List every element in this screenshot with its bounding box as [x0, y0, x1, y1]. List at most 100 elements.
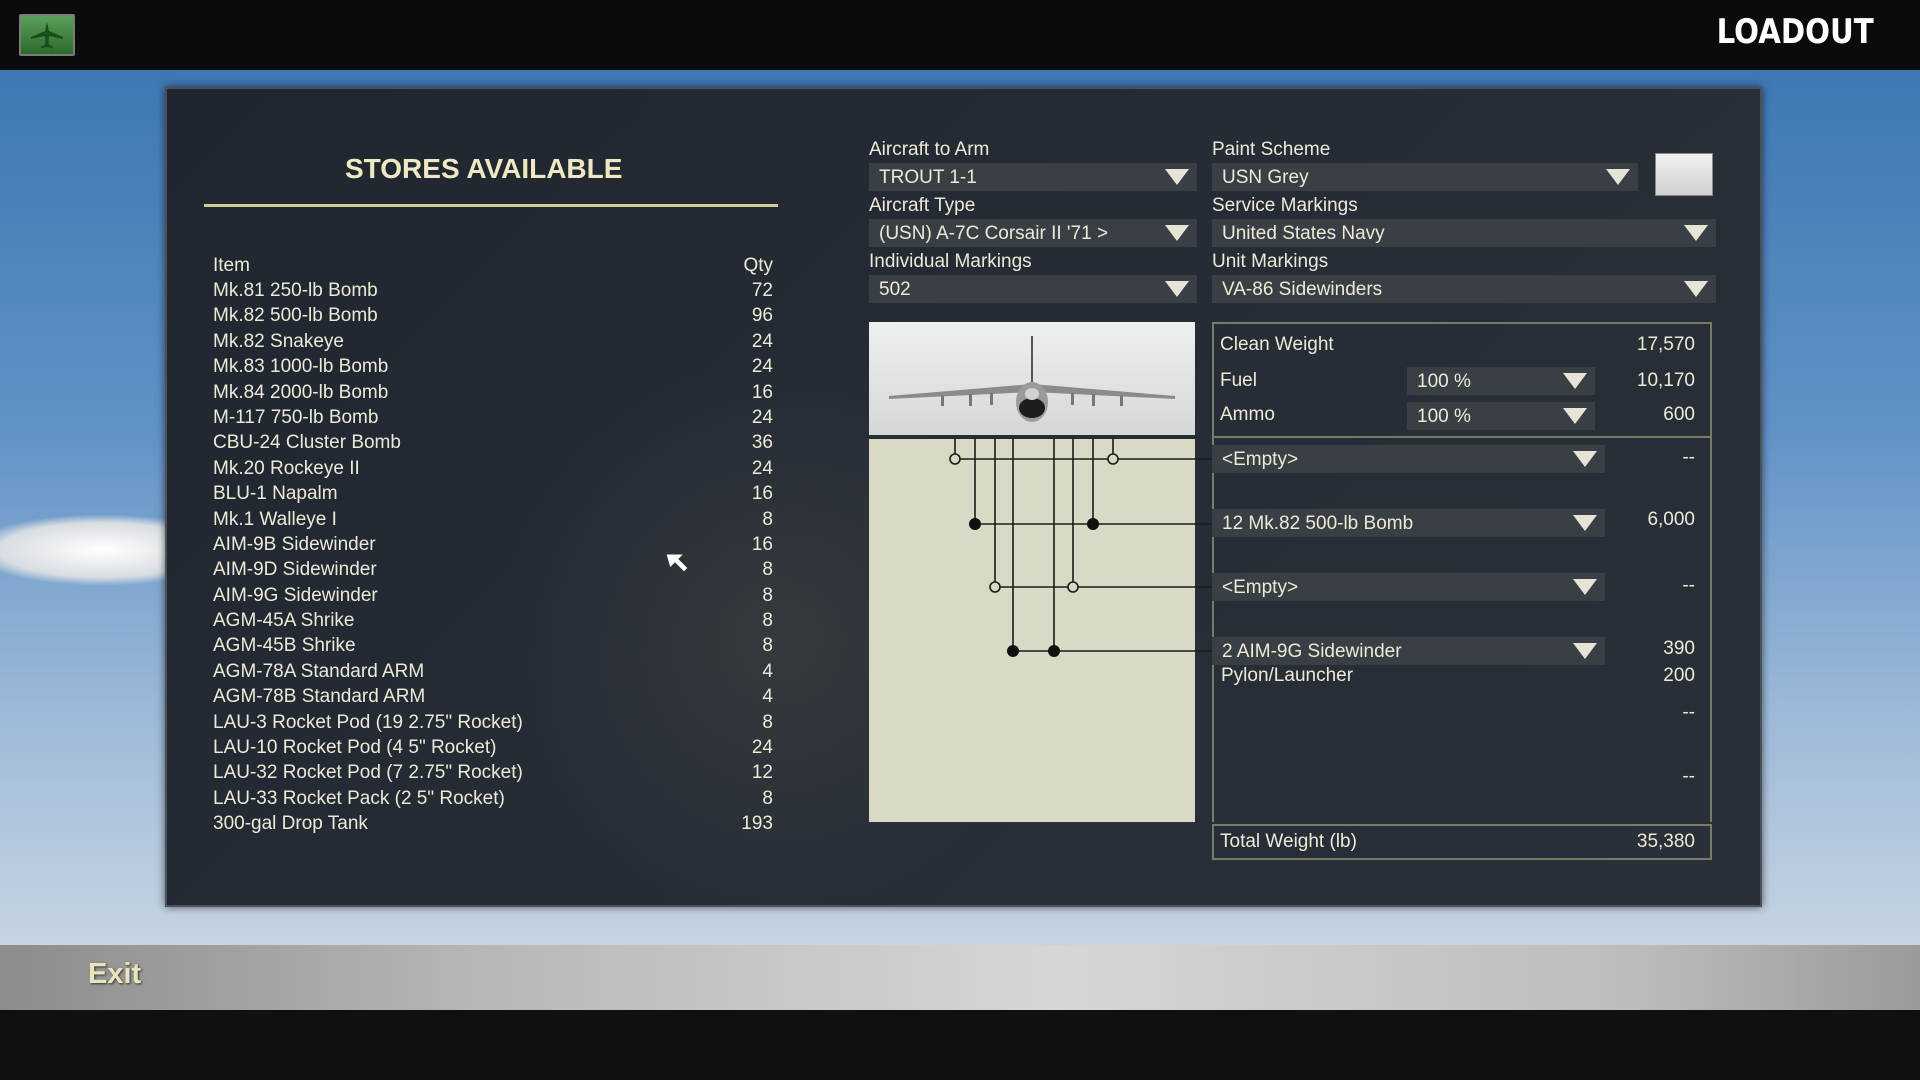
extra-weight: -- — [1682, 702, 1695, 723]
store-row[interactable]: 300-gal Drop Tank 193 — [213, 813, 773, 838]
store-row[interactable]: LAU-33 Rocket Pack (2 5" Rocket) 8 — [213, 788, 773, 813]
store-name: AGM-45B Shrike — [213, 635, 356, 657]
station-loadout-frame — [1212, 438, 1712, 822]
missile-background-image — [0, 515, 190, 585]
store-name: Mk.83 1000-lb Bomb — [213, 356, 389, 378]
store-qty: 8 — [762, 584, 773, 606]
chevron-down-icon — [1684, 281, 1708, 297]
unit-markings-dropdown[interactable]: VA-86 Sidewinders — [1212, 275, 1716, 303]
aircraft-icon[interactable] — [19, 14, 75, 56]
store-row[interactable]: Mk.84 2000-lb Bomb 16 — [213, 382, 773, 407]
station-2-weight: 6,000 — [1647, 509, 1695, 530]
store-qty: 8 — [762, 711, 773, 733]
store-qty: 8 — [762, 635, 773, 657]
mouse-cursor-icon — [665, 553, 689, 573]
aircraft-to-arm-dropdown[interactable]: TROUT 1-1 — [869, 163, 1197, 191]
store-row[interactable]: LAU-3 Rocket Pod (19 2.75" Rocket) 8 — [213, 712, 773, 737]
station-1-dropdown[interactable]: <Empty> — [1212, 445, 1605, 473]
store-qty: 8 — [762, 787, 773, 809]
fuel-percent-value: 100 % — [1417, 371, 1471, 392]
store-row[interactable]: AGM-78B Standard ARM 4 — [213, 686, 773, 711]
station-store: 12 Mk.82 500-lb Bomb — [1222, 513, 1414, 534]
store-name: LAU-32 Rocket Pod (7 2.75" Rocket) — [213, 762, 523, 784]
store-name: M-117 750-lb Bomb — [213, 406, 379, 428]
store-name: AGM-78A Standard ARM — [213, 660, 425, 682]
store-qty: 12 — [751, 762, 773, 784]
fuel-weight-value: 10,170 — [1636, 370, 1695, 391]
store-row[interactable]: AGM-45B Shrike 8 — [213, 635, 773, 660]
store-name: AIM-9B Sidewinder — [213, 533, 376, 555]
paint-scheme-dropdown[interactable]: USN Grey — [1212, 163, 1638, 191]
bottom-bar: Exit — [0, 945, 1920, 1010]
store-row[interactable]: Mk.20 Rockeye II 24 — [213, 458, 773, 483]
fuel-percent-dropdown[interactable]: 100 % — [1407, 367, 1595, 395]
store-qty: 8 — [762, 559, 773, 581]
exit-button[interactable]: Exit — [88, 958, 141, 991]
store-qty: 16 — [751, 381, 773, 403]
clean-weight-value: 17,570 — [1636, 334, 1695, 355]
store-name: Mk.20 Rockeye II — [213, 457, 360, 479]
aircraft-type-dropdown[interactable]: (USN) A-7C Corsair II '71 > — [869, 219, 1197, 247]
store-row[interactable]: Mk.82 500-lb Bomb 96 — [213, 305, 773, 330]
store-row[interactable]: AIM-9G Sidewinder 8 — [213, 585, 773, 610]
station-3-weight: -- — [1682, 575, 1695, 596]
footer-strip — [0, 1010, 1920, 1080]
store-row[interactable]: Mk.83 1000-lb Bomb 24 — [213, 356, 773, 381]
station-store: <Empty> — [1222, 577, 1299, 598]
store-qty: 96 — [751, 305, 773, 327]
paint-scheme-value: USN Grey — [1222, 167, 1309, 188]
screen-title: LOADOUT — [1716, 12, 1874, 52]
store-qty: 24 — [751, 457, 773, 479]
unit-markings-label: Unit Markings — [1212, 251, 1329, 272]
aircraft-type-label: Aircraft Type — [869, 195, 976, 216]
store-name: AIM-9G Sidewinder — [213, 584, 378, 606]
aircraft-to-arm-value: TROUT 1-1 — [879, 167, 977, 188]
individual-markings-dropdown[interactable]: 502 — [869, 275, 1197, 303]
store-qty: 193 — [741, 813, 773, 835]
stores-title-divider — [204, 204, 778, 207]
store-row[interactable]: LAU-10 Rocket Pod (4 5" Rocket) 24 — [213, 737, 773, 762]
aircraft-to-arm-label: Aircraft to Arm — [869, 139, 990, 160]
store-row[interactable]: Mk.1 Walleye I 8 — [213, 509, 773, 534]
store-name: Mk.1 Walleye I — [213, 508, 337, 530]
store-row[interactable]: BLU-1 Napalm 16 — [213, 483, 773, 508]
store-qty: 16 — [751, 483, 773, 505]
store-row[interactable]: LAU-32 Rocket Pod (7 2.75" Rocket) 12 — [213, 762, 773, 787]
stores-item-header: Item — [213, 255, 250, 276]
chevron-down-icon — [1165, 169, 1189, 185]
paint-scheme-label: Paint Scheme — [1212, 139, 1331, 160]
store-qty: 24 — [751, 330, 773, 352]
ammo-percent-dropdown[interactable]: 100 % — [1407, 402, 1595, 430]
store-name: LAU-33 Rocket Pack (2 5" Rocket) — [213, 787, 505, 809]
individual-markings-label: Individual Markings — [869, 251, 1032, 272]
station-store: <Empty> — [1222, 449, 1299, 470]
store-name: 300-gal Drop Tank — [213, 813, 368, 835]
ammo-label: Ammo — [1220, 404, 1275, 425]
store-name: Mk.84 2000-lb Bomb — [213, 381, 389, 403]
total-weight-label: Total Weight (lb) — [1220, 831, 1357, 852]
store-qty: 16 — [751, 533, 773, 555]
stores-title: STORES AVAILABLE — [345, 153, 623, 184]
station-4-weight: 390 — [1663, 638, 1695, 659]
store-qty: 36 — [751, 432, 773, 454]
store-qty: 4 — [762, 686, 773, 708]
store-name: LAU-3 Rocket Pod (19 2.75" Rocket) — [213, 711, 523, 733]
chevron-down-icon — [1684, 225, 1708, 241]
extra-weight: -- — [1682, 766, 1695, 787]
aircraft-front-icon — [889, 336, 1175, 422]
chevron-down-icon — [1165, 225, 1189, 241]
store-row[interactable]: AGM-45A Shrike 8 — [213, 610, 773, 635]
paint-scheme-preview[interactable] — [1655, 153, 1713, 196]
store-row[interactable]: M-117 750-lb Bomb 24 — [213, 407, 773, 432]
store-row[interactable]: CBU-24 Cluster Bomb 36 — [213, 432, 773, 457]
station-2-dropdown[interactable]: 12 Mk.82 500-lb Bomb — [1212, 509, 1605, 537]
store-row[interactable]: Mk.81 250-lb Bomb 72 — [213, 280, 773, 305]
station-4-dropdown[interactable]: 2 AIM-9G Sidewinder — [1212, 637, 1605, 665]
store-row[interactable]: Mk.82 Snakeye 24 — [213, 331, 773, 356]
station-3-dropdown[interactable]: <Empty> — [1212, 573, 1605, 601]
store-row[interactable]: AGM-78A Standard ARM 4 — [213, 661, 773, 686]
loadout-panel: STORES AVAILABLE Item Qty Mk.81 250-lb B… — [165, 87, 1762, 907]
aircraft-front-view — [869, 322, 1195, 435]
service-markings-dropdown[interactable]: United States Navy — [1212, 219, 1716, 247]
store-name: CBU-24 Cluster Bomb — [213, 432, 401, 454]
